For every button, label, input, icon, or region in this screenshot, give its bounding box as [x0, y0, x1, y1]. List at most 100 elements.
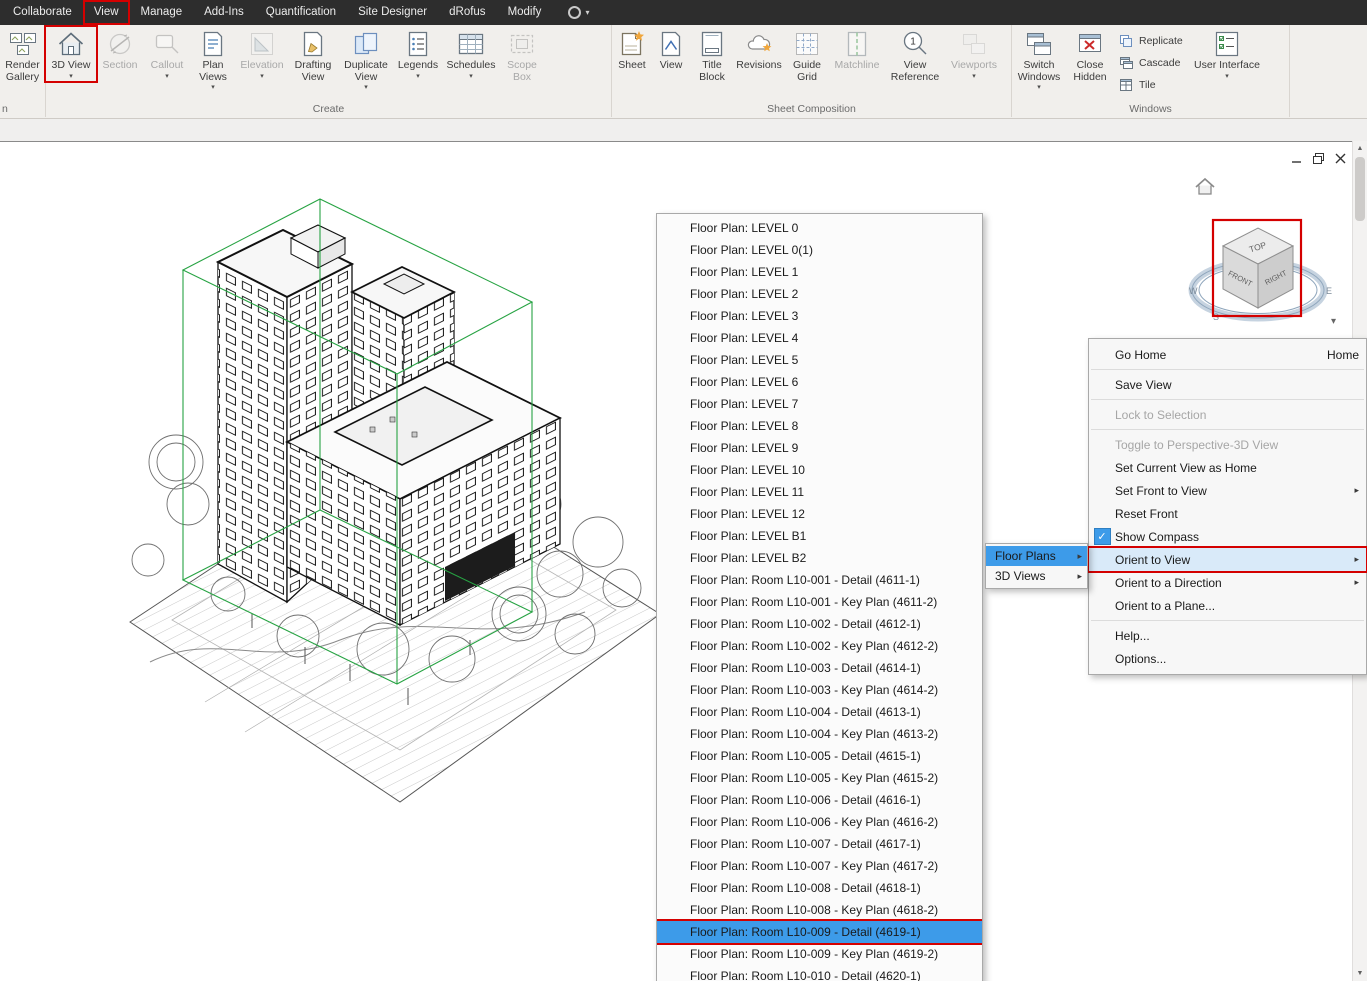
floorplan-menu-item-selected[interactable]: Floor Plan: Room L10-009 - Detail (4619-…: [657, 921, 982, 943]
viewcube[interactable]: W S E TOP FRONT RIGHT ▾: [1183, 168, 1358, 358]
floorplan-menu-item[interactable]: Floor Plan: LEVEL 0: [657, 217, 982, 239]
tab-manage[interactable]: Manage: [130, 0, 194, 25]
button-scope-box[interactable]: Scope Box: [500, 27, 544, 83]
floorplan-menu-item[interactable]: Floor Plan: Room L10-007 - Key Plan (461…: [657, 855, 982, 877]
floorplan-menu-item[interactable]: Floor Plan: Room L10-005 - Key Plan (461…: [657, 767, 982, 789]
button-view-reference[interactable]: 1 View Reference: [884, 27, 946, 83]
floorplan-menu-item[interactable]: Floor Plan: Room L10-002 - Detail (4612-…: [657, 613, 982, 635]
floorplan-menu-item[interactable]: Floor Plan: Room L10-008 - Key Plan (461…: [657, 899, 982, 921]
menu-item-reset-front[interactable]: Reset Front: [1089, 502, 1366, 525]
view-icon: [656, 29, 686, 59]
button-view[interactable]: View: [652, 27, 690, 72]
ribbon-display-cycle-button[interactable]: ▾: [568, 6, 589, 19]
viewcube-home-icon[interactable]: [1196, 179, 1214, 194]
menu-item-orient-to-view[interactable]: Orient to View ▸: [1089, 548, 1366, 571]
submenu-item-3d-views[interactable]: 3D Views ▸: [986, 566, 1087, 586]
floorplan-menu-item[interactable]: Floor Plan: LEVEL B2: [657, 547, 982, 569]
floorplan-menu-item[interactable]: Floor Plan: LEVEL 0(1): [657, 239, 982, 261]
floorplan-menu-item[interactable]: Floor Plan: LEVEL 1: [657, 261, 982, 283]
menu-item-options[interactable]: Options...: [1089, 647, 1366, 670]
button-title-block[interactable]: Title Block: [690, 27, 734, 83]
ribbon-cycle-icon: [568, 6, 581, 19]
floorplan-menu-item[interactable]: Floor Plan: LEVEL 9: [657, 437, 982, 459]
dropdown-arrow-icon: ▾: [364, 84, 368, 92]
button-elevation[interactable]: Elevation ▾: [236, 27, 288, 81]
menu-item-toggle-perspective[interactable]: Toggle to Perspective-3D View: [1089, 433, 1366, 456]
floorplan-menu-item[interactable]: Floor Plan: LEVEL B1: [657, 525, 982, 547]
floorplan-menu-item[interactable]: Floor Plan: Room L10-003 - Detail (4614-…: [657, 657, 982, 679]
button-switch-windows[interactable]: Switch Windows ▾: [1012, 27, 1066, 92]
floorplan-menu-item[interactable]: Floor Plan: Room L10-005 - Detail (4615-…: [657, 745, 982, 767]
floorplan-menu-item[interactable]: Floor Plan: LEVEL 8: [657, 415, 982, 437]
floorplan-menu-item[interactable]: Floor Plan: Room L10-008 - Detail (4618-…: [657, 877, 982, 899]
close-icon[interactable]: [1334, 152, 1347, 165]
menu-item-help[interactable]: Help...: [1089, 624, 1366, 647]
floorplan-menu-item[interactable]: Floor Plan: Room L10-007 - Detail (4617-…: [657, 833, 982, 855]
floorplan-menu-item[interactable]: Floor Plan: LEVEL 7: [657, 393, 982, 415]
floorplan-menu-item[interactable]: Floor Plan: Room L10-001 - Key Plan (461…: [657, 591, 982, 613]
viewcube-menu-arrow-icon[interactable]: ▾: [1331, 316, 1336, 327]
floorplan-menu-item[interactable]: Floor Plan: LEVEL 12: [657, 503, 982, 525]
button-legends[interactable]: Legends ▾: [394, 27, 442, 81]
tab-modify[interactable]: Modify: [497, 0, 553, 25]
button-plan-views[interactable]: Plan Views ▾: [190, 27, 236, 92]
tab-view[interactable]: View: [83, 0, 130, 25]
button-revisions[interactable]: Revisions: [734, 27, 784, 72]
floorplan-menu-item[interactable]: Floor Plan: LEVEL 6: [657, 371, 982, 393]
button-section[interactable]: Section: [96, 27, 144, 72]
button-render-gallery[interactable]: Render Gallery: [0, 27, 45, 83]
menu-item-go-home[interactable]: Go Home Home: [1089, 343, 1366, 366]
tab-drofus[interactable]: dRofus: [438, 0, 496, 25]
floorplan-menu-item[interactable]: Floor Plan: LEVEL 5: [657, 349, 982, 371]
floorplan-menu-item[interactable]: Floor Plan: LEVEL 2: [657, 283, 982, 305]
tab-collaborate[interactable]: Collaborate: [2, 0, 83, 25]
button-label: Schedules: [446, 60, 495, 72]
menu-item-set-current-view-as-home[interactable]: Set Current View as Home: [1089, 456, 1366, 479]
floorplan-menu-item[interactable]: Floor Plan: Room L10-004 - Key Plan (461…: [657, 723, 982, 745]
floorplan-menu-item[interactable]: Floor Plan: Room L10-009 - Key Plan (461…: [657, 943, 982, 965]
button-guide-grid[interactable]: Guide Grid: [784, 27, 830, 83]
button-schedules[interactable]: Schedules ▾: [442, 27, 500, 81]
floorplan-menu-item[interactable]: Floor Plan: Room L10-001 - Detail (4611-…: [657, 569, 982, 591]
button-drafting-view[interactable]: Drafting View: [288, 27, 338, 83]
button-sheet[interactable]: Sheet: [612, 27, 652, 72]
compass-west-label[interactable]: W: [1189, 286, 1198, 296]
restore-icon[interactable]: [1312, 152, 1325, 165]
button-user-interface[interactable]: User Interface ▾: [1194, 27, 1260, 81]
button-tile[interactable]: Tile: [1114, 75, 1194, 94]
floorplan-menu-item[interactable]: Floor Plan: LEVEL 3: [657, 305, 982, 327]
button-callout[interactable]: Callout ▾: [144, 27, 190, 81]
button-duplicate-view[interactable]: Duplicate View ▾: [338, 27, 394, 92]
menu-item-orient-to-a-plane[interactable]: Orient to a Plane...: [1089, 594, 1366, 617]
tab-site-designer[interactable]: Site Designer: [347, 0, 438, 25]
submenu-item-floor-plans[interactable]: Floor Plans ▸: [986, 546, 1087, 566]
floorplan-menu-item[interactable]: Floor Plan: Room L10-010 - Detail (4620-…: [657, 965, 982, 981]
scroll-down-arrow-icon[interactable]: ▼: [1353, 966, 1367, 981]
button-label: Section: [102, 60, 137, 72]
button-replicate[interactable]: Replicate: [1114, 31, 1194, 50]
menu-item-set-front-to-view[interactable]: Set Front to View ▸: [1089, 479, 1366, 502]
button-cascade[interactable]: Cascade: [1114, 53, 1194, 72]
floorplan-menu-item[interactable]: Floor Plan: LEVEL 11: [657, 481, 982, 503]
button-close-hidden[interactable]: Close Hidden: [1066, 27, 1114, 83]
compass-east-label[interactable]: E: [1326, 286, 1332, 296]
floorplan-menu-item[interactable]: Floor Plan: Room L10-004 - Detail (4613-…: [657, 701, 982, 723]
floorplan-menu-item[interactable]: Floor Plan: Room L10-002 - Key Plan (461…: [657, 635, 982, 657]
scroll-up-arrow-icon[interactable]: ▲: [1353, 141, 1367, 156]
floorplan-menu-item[interactable]: Floor Plan: Room L10-003 - Key Plan (461…: [657, 679, 982, 701]
button-matchline[interactable]: Matchline: [830, 27, 884, 72]
floorplan-menu-item[interactable]: Floor Plan: Room L10-006 - Key Plan (461…: [657, 811, 982, 833]
floorplan-menu-item[interactable]: Floor Plan: LEVEL 10: [657, 459, 982, 481]
view-reference-icon: 1: [900, 29, 930, 59]
menu-item-orient-to-a-direction[interactable]: Orient to a Direction ▸: [1089, 571, 1366, 594]
button-viewports[interactable]: Viewports ▾: [946, 27, 1002, 81]
tab-quantification[interactable]: Quantification: [255, 0, 347, 25]
minimize-icon[interactable]: [1290, 152, 1303, 165]
button-3d-view[interactable]: 3D View ▾: [46, 27, 96, 81]
floorplan-menu-item[interactable]: Floor Plan: Room L10-006 - Detail (4616-…: [657, 789, 982, 811]
menu-item-lock-to-selection[interactable]: Lock to Selection: [1089, 403, 1366, 426]
floorplan-menu-item[interactable]: Floor Plan: LEVEL 4: [657, 327, 982, 349]
tab-add-ins[interactable]: Add-Ins: [193, 0, 255, 25]
menu-item-save-view[interactable]: Save View: [1089, 373, 1366, 396]
menu-item-show-compass[interactable]: ✓ Show Compass: [1089, 525, 1366, 548]
